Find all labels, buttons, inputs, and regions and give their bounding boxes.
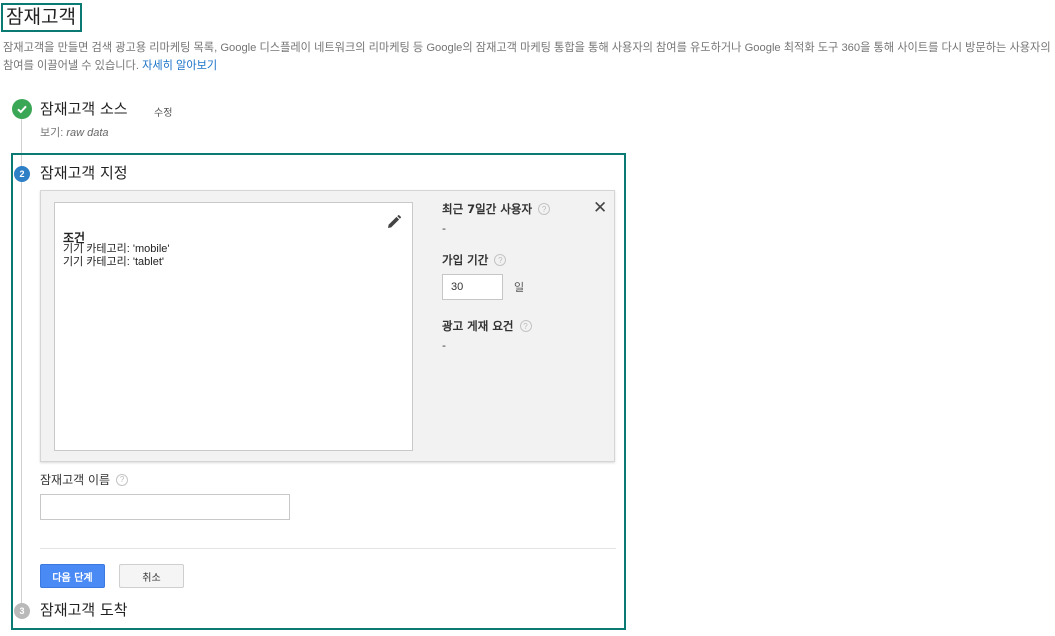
help-icon[interactable]: ?: [116, 473, 129, 486]
edit-link[interactable]: 수정: [154, 104, 172, 119]
page-title: 잠재고객: [1, 3, 82, 32]
users-value: -: [442, 222, 446, 235]
audience-name-input[interactable]: [40, 494, 290, 520]
membership-unit: 일: [514, 281, 525, 294]
audience-name-label-text: 잠재고객 이름: [40, 473, 111, 487]
divider: [40, 548, 616, 549]
step-1-title: 잠재고객 소스: [40, 100, 128, 118]
audience-name-label: 잠재고객 이름 ?: [40, 471, 129, 488]
step-3-number: 3: [14, 603, 30, 619]
page-description: 잠재고객을 만들면 검색 광고용 리마케팅 목록, Google 디스플레이 네…: [3, 39, 1051, 75]
conditions-box: 조건 기기 카테고리: 'mobile' 기기 카테고리: 'tablet': [54, 202, 413, 451]
users-last-7-days-label: 최근 7일간 사용자 ?: [442, 201, 551, 217]
help-icon[interactable]: ?: [538, 203, 551, 215]
help-icon[interactable]: ?: [494, 254, 507, 266]
close-icon[interactable]: ✕: [593, 200, 607, 217]
eligibility-label-text: 광고 게재 요건: [442, 319, 514, 333]
view-info: 보기: raw data: [40, 124, 109, 140]
condition-item: 기기 카테고리: 'mobile': [63, 243, 170, 255]
next-step-button[interactable]: 다음 단계: [40, 564, 105, 588]
cancel-button[interactable]: 취소: [119, 564, 184, 588]
step-2-number: 2: [14, 166, 30, 182]
help-icon[interactable]: ?: [519, 320, 532, 332]
check-icon: [12, 99, 32, 119]
view-label: 보기:: [40, 127, 64, 139]
learn-more-link[interactable]: 자세히 알아보기: [142, 60, 217, 72]
eligibility-label: 광고 게재 요건 ?: [442, 318, 532, 334]
eligibility-value: -: [442, 339, 446, 352]
step-3-title: 잠재고객 도착: [40, 601, 128, 619]
condition-item: 기기 카테고리: 'tablet': [63, 256, 164, 268]
step-2-title: 잠재고객 지정: [40, 164, 128, 182]
audience-definition-panel: 조건 기기 카테고리: 'mobile' 기기 카테고리: 'tablet' 최…: [40, 190, 615, 462]
membership-duration-label: 가입 기간 ?: [442, 252, 507, 268]
view-value: raw data: [66, 127, 109, 139]
membership-label-text: 가입 기간: [442, 253, 489, 267]
users-label-text: 최근 7일간 사용자: [442, 202, 533, 216]
pencil-icon[interactable]: [386, 214, 402, 230]
membership-duration-input[interactable]: 30: [442, 274, 503, 300]
